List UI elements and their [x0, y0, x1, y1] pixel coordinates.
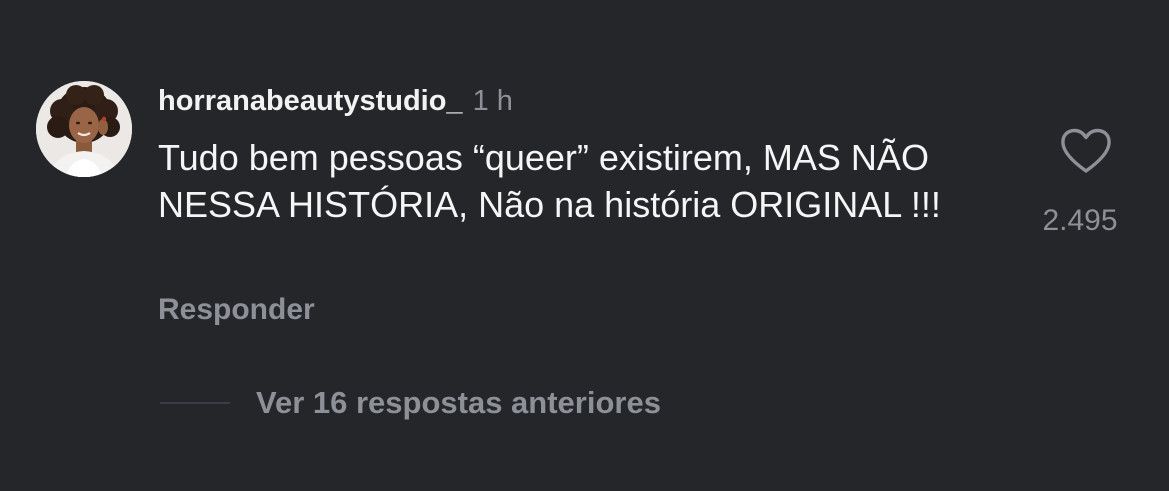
comment-timestamp: 1 h — [472, 85, 513, 117]
username-link[interactable]: horranabeautystudio_ — [158, 85, 463, 117]
like-button[interactable] — [1058, 126, 1114, 176]
comment-item: horranabeautystudio_ 1 h Tudo bem pessoas… — [0, 0, 1169, 491]
comment-text: Tudo bem pessoas “queer” existirem, MAS … — [158, 137, 941, 225]
like-count: 2.495 — [1042, 204, 1118, 237]
avatar[interactable] — [36, 81, 132, 177]
comment-header: horranabeautystudio_ 1 h — [158, 84, 513, 118]
reply-button[interactable]: Responder — [158, 292, 315, 328]
view-more-replies-label: Ver 16 respostas anteriores — [256, 385, 661, 420]
avatar-image — [36, 81, 132, 177]
reply-thread-line — [160, 402, 230, 404]
view-more-replies-button[interactable]: Ver 16 respostas anteriores — [160, 384, 661, 422]
heart-outline-icon — [1061, 128, 1111, 173]
